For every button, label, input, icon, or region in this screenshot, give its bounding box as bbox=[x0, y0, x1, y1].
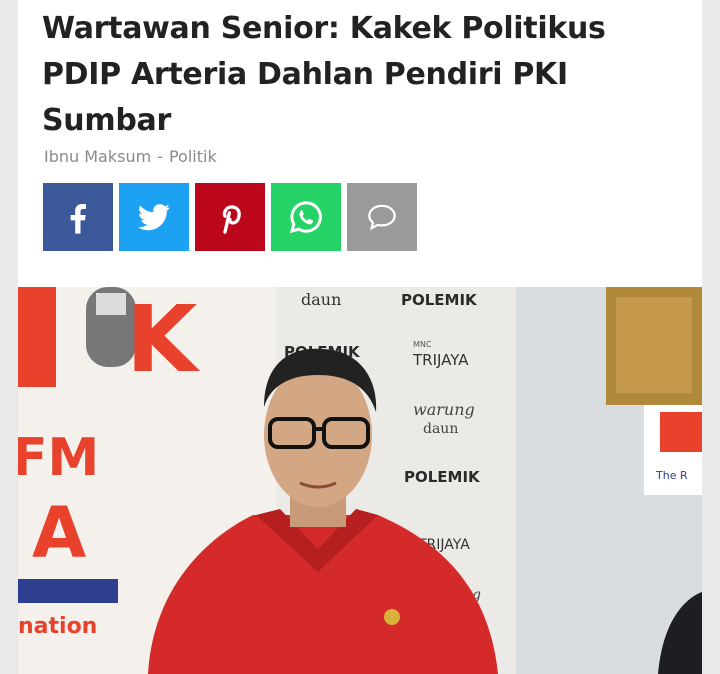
pinterest-icon bbox=[222, 205, 241, 234]
twitter-share-button[interactable] bbox=[119, 183, 189, 251]
whatsapp-icon bbox=[289, 201, 322, 234]
facebook-icon bbox=[70, 204, 86, 234]
party-pin-icon bbox=[384, 609, 400, 625]
backdrop-daun-top: daun bbox=[301, 290, 341, 309]
backdrop-trijaya-1: TRIJAYA bbox=[412, 351, 469, 369]
banner-blue-stripe bbox=[18, 579, 118, 603]
whatsapp-share-button[interactable] bbox=[271, 183, 341, 251]
backdrop-polemik-3: POLEMIK bbox=[404, 468, 481, 486]
twitter-icon bbox=[137, 204, 170, 231]
banner-fm: FM bbox=[18, 428, 99, 488]
banner-nation: nation bbox=[18, 614, 97, 639]
backdrop-warung: warung bbox=[413, 400, 475, 419]
comment-icon bbox=[368, 204, 396, 231]
category-link[interactable]: Politik bbox=[169, 147, 217, 166]
article-photo: K FM A nation daun POLEMIK POLEMIK MNC T… bbox=[18, 287, 702, 674]
wall-sign-text: The R bbox=[655, 469, 688, 482]
backdrop-polemik-1: POLEMIK bbox=[401, 291, 478, 309]
backdrop-mnc: MNC bbox=[413, 340, 432, 349]
comment-share-button[interactable] bbox=[347, 183, 417, 251]
banner-letter-a: A bbox=[32, 492, 86, 574]
meta-separator: - bbox=[157, 147, 163, 166]
photo-illustration: K FM A nation daun POLEMIK POLEMIK MNC T… bbox=[18, 287, 702, 674]
pinterest-share-button[interactable] bbox=[195, 183, 265, 251]
backdrop-daun: daun bbox=[423, 421, 458, 437]
article-card: Wartawan Senior: Kakek Politikus PDIP Ar… bbox=[18, 0, 702, 674]
share-bar bbox=[43, 183, 417, 251]
banner-red-block bbox=[18, 287, 56, 387]
banner-letter-k: K bbox=[126, 287, 201, 393]
facebook-share-button[interactable] bbox=[43, 183, 113, 251]
article-title[interactable]: Wartawan Senior: Kakek Politikus PDIP Ar… bbox=[42, 6, 682, 144]
article-meta: Ibnu Maksum - Politik bbox=[44, 147, 217, 166]
author-link[interactable]: Ibnu Maksum bbox=[44, 147, 151, 166]
